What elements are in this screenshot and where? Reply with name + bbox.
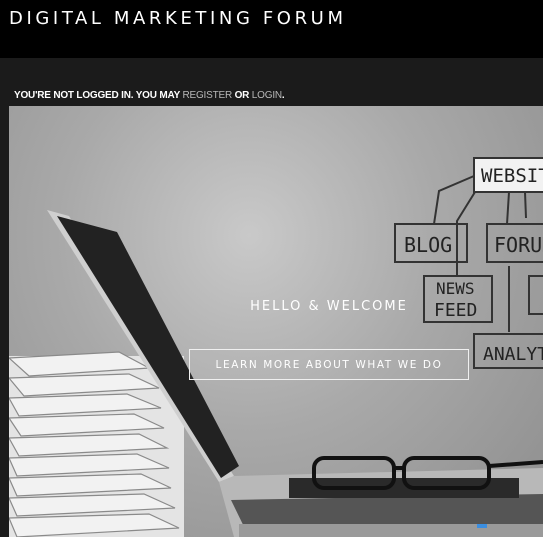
login-notice: YOU'RE NOT LOGGED IN. YOU MAY REGISTER O… — [14, 90, 285, 101]
sketch-label-website: WEBSITE — [481, 165, 543, 187]
hero-background-image: WEBSITE BLOG FORUM NEWS FEED ANALYTICS — [9, 157, 543, 537]
login-notice-or: OR — [234, 90, 250, 101]
hero-heading: HELLO & WELCOME — [250, 299, 408, 314]
marketing-sketch — [394, 157, 543, 369]
login-notice-text: YOU'RE NOT LOGGED IN. YOU MAY — [14, 90, 180, 101]
learn-more-button[interactable]: LEARN MORE ABOUT WHAT WE DO — [189, 349, 469, 380]
sketch-label-news: NEWS — [436, 279, 475, 298]
site-title[interactable]: DIGITAL MARKETING FORUM — [9, 8, 347, 29]
login-link[interactable]: LOGIN — [252, 90, 282, 101]
login-notice-period: . — [281, 90, 285, 101]
sketch-label-analytics: ANALYTICS — [483, 344, 543, 365]
hero-banner: WEBSITE BLOG FORUM NEWS FEED ANALYTICS H… — [9, 106, 543, 537]
sketch-label-forum: FORUM — [494, 233, 543, 257]
sketch-label-blog: BLOG — [404, 233, 452, 257]
register-link[interactable]: REGISTER — [182, 90, 232, 101]
site-header: DIGITAL MARKETING FORUM — [0, 0, 543, 58]
